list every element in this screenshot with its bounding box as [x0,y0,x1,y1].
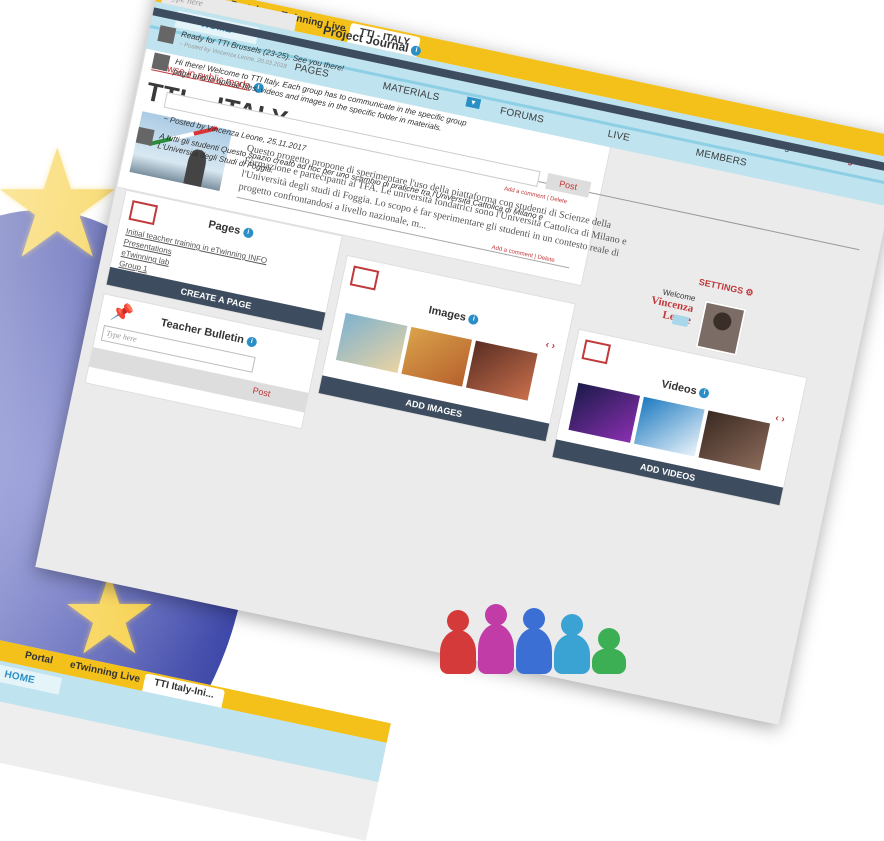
bulletin-post-button[interactable]: Post [252,385,272,399]
info-icon[interactable]: i [467,313,480,326]
info-icon[interactable]: i [698,387,711,400]
video-thumb[interactable] [698,410,771,471]
info-icon[interactable]: i [242,226,254,239]
info-icon[interactable]: i [410,44,423,57]
video-icon [581,339,612,365]
settings-link[interactable]: SETTINGS ⚙ [698,277,754,299]
video-thumb[interactable] [568,382,640,443]
avatar[interactable] [151,52,171,72]
avatar[interactable] [157,25,177,45]
carousel-arrows-icon[interactable]: ‹ › [774,413,786,426]
people-graphic [420,584,640,674]
images-card: Images i ‹ › ADD IMAGES [317,254,576,443]
journal-post-button[interactable]: Post [545,172,592,198]
avatar[interactable] [135,126,155,146]
tab-portal[interactable]: Portal [24,650,54,667]
image-thumb[interactable] [335,312,408,373]
image-icon [349,265,380,291]
videos-card: Videos i ‹ › ADD VIDEOS [551,328,808,507]
info-icon[interactable]: i [245,336,258,348]
mail-icon[interactable] [671,314,690,328]
nav-live[interactable]: LIVE [607,129,631,144]
carousel-arrows-icon[interactable]: ‹ › [544,339,556,352]
image-thumb[interactable] [466,340,538,401]
video-thumb[interactable] [633,396,705,457]
avatar[interactable] [695,300,747,357]
image-thumb[interactable] [401,326,473,387]
